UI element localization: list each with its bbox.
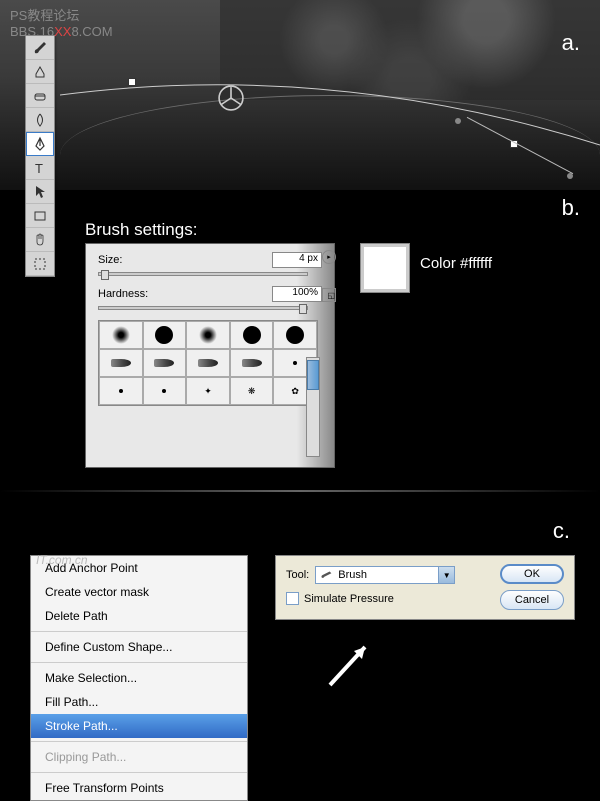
section-label-a: a. <box>562 30 580 56</box>
brush-icon <box>320 570 334 580</box>
menu-item-make-selection[interactable]: Make Selection... <box>31 666 247 690</box>
color-label: Color #ffffff <box>420 255 492 272</box>
watermark-line2: BBS.16XX8.COM <box>10 24 113 39</box>
brush-preset[interactable] <box>230 321 274 349</box>
section-label-c: c. <box>553 518 570 544</box>
tool-label: Tool: <box>286 569 309 581</box>
brush-preset[interactable] <box>143 321 187 349</box>
menu-item-stroke-path[interactable]: Stroke Path... <box>31 714 247 738</box>
brush-settings-title: Brush settings: <box>85 220 600 240</box>
brush-preset[interactable] <box>230 349 274 377</box>
bezier-handle-dot[interactable] <box>455 118 461 124</box>
dropdown-arrow-icon[interactable]: ▼ <box>438 567 454 583</box>
section-divider <box>0 490 600 492</box>
flyout-menu-icon[interactable]: ▸ <box>322 250 336 264</box>
hardness-label: Hardness: <box>98 288 148 300</box>
brush-preset[interactable] <box>99 349 143 377</box>
brush-preset-grid: ✦ ❋ ✿ <box>98 320 318 406</box>
menu-separator <box>31 631 247 632</box>
watermark-line1: PS教程论坛 <box>10 5 113 24</box>
path-anchor-point[interactable] <box>128 78 136 86</box>
hardness-input[interactable]: 100% <box>272 286 322 302</box>
watermark: PS教程论坛 BBS.16XX8.COM <box>10 5 113 39</box>
type-tool[interactable]: T <box>26 156 54 180</box>
section-b: Brush settings: Size: 4 px ▸ ◱ Hardness:… <box>0 195 600 240</box>
color-swatch[interactable] <box>360 243 410 293</box>
brush-preset[interactable] <box>186 321 230 349</box>
size-label: Size: <box>98 254 122 266</box>
brush-tool[interactable] <box>26 36 54 60</box>
brush-preset[interactable]: ❋ <box>230 377 274 405</box>
brush-settings-panel: Size: 4 px ▸ ◱ Hardness: 100% ✦ ❋ ✿ <box>85 243 335 468</box>
rectangle-tool[interactable] <box>26 204 54 228</box>
menu-item-define-custom-shape[interactable]: Define Custom Shape... <box>31 635 247 659</box>
menu-item-create-vector-mask[interactable]: Create vector mask <box>31 580 247 604</box>
menu-item-clipping-path: Clipping Path... <box>31 745 247 769</box>
eraser-tool[interactable] <box>26 84 54 108</box>
preset-scrollbar[interactable] <box>306 357 320 457</box>
menu-separator <box>31 741 247 742</box>
brush-preset[interactable] <box>186 349 230 377</box>
menu-item-fill-path[interactable]: Fill Path... <box>31 690 247 714</box>
brush-preset[interactable]: ✦ <box>186 377 230 405</box>
svg-text:T: T <box>35 161 43 176</box>
simulate-pressure-checkbox[interactable] <box>286 592 299 605</box>
path-selection-tool[interactable] <box>26 180 54 204</box>
slider-thumb[interactable] <box>101 270 109 280</box>
section-label-b: b. <box>562 195 580 221</box>
brush-preset[interactable] <box>99 377 143 405</box>
stroke-path-dialog: Tool: Brush ▼ Simulate Pressure OK Cance… <box>275 555 575 620</box>
brush-preset[interactable] <box>143 377 187 405</box>
annotation-arrow-icon <box>320 635 380 695</box>
pen-path-curve[interactable] <box>60 60 600 180</box>
cancel-button[interactable]: Cancel <box>500 590 564 610</box>
brush-preset[interactable] <box>99 321 143 349</box>
size-slider[interactable] <box>98 272 308 276</box>
zoom-tool[interactable] <box>26 252 54 276</box>
slider-thumb[interactable] <box>299 304 307 314</box>
size-input[interactable]: 4 px <box>272 252 322 268</box>
pen-tool[interactable] <box>26 132 54 156</box>
hand-tool[interactable] <box>26 228 54 252</box>
tool-dropdown-value: Brush <box>338 569 367 581</box>
menu-item-delete-path[interactable]: Delete Path <box>31 604 247 628</box>
new-preset-icon[interactable]: ◱ <box>322 288 336 302</box>
clone-stamp-tool[interactable] <box>26 60 54 84</box>
menu-item-free-transform-points[interactable]: Free Transform Points <box>31 776 247 800</box>
tools-palette: T <box>25 35 55 277</box>
ok-button[interactable]: OK <box>500 564 564 584</box>
path-context-menu: IT.com.cn Add Anchor PointCreate vector … <box>30 555 248 801</box>
scroll-thumb[interactable] <box>307 360 319 390</box>
menu-separator <box>31 772 247 773</box>
tool-dropdown[interactable]: Brush ▼ <box>315 566 455 584</box>
hardness-slider[interactable] <box>98 306 308 310</box>
menu-separator <box>31 662 247 663</box>
simulate-pressure-label: Simulate Pressure <box>304 593 394 605</box>
bezier-handle-dot[interactable] <box>567 173 573 179</box>
blur-tool[interactable] <box>26 108 54 132</box>
menu-watermark: IT.com.cn <box>36 553 88 567</box>
brush-preset[interactable] <box>143 349 187 377</box>
brush-preset[interactable] <box>273 321 317 349</box>
